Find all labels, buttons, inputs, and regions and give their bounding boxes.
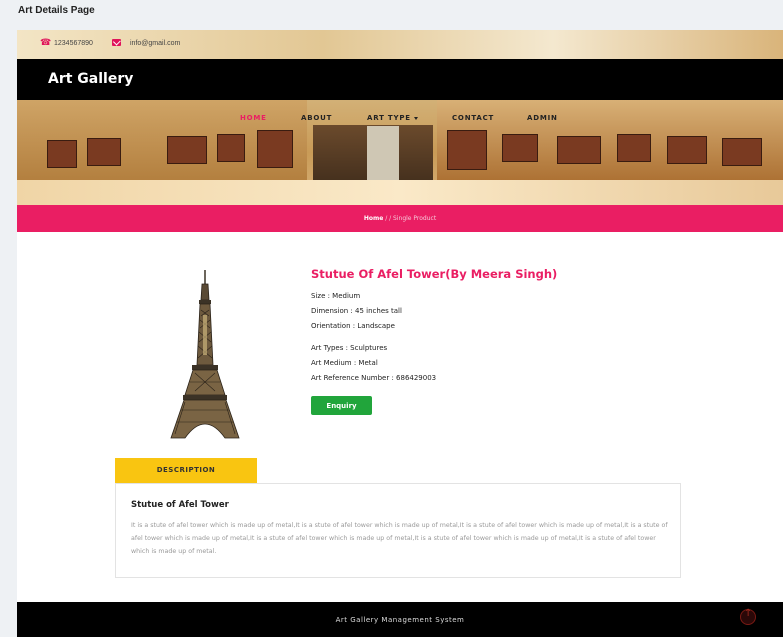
breadcrumb-separator: / /: [383, 215, 394, 222]
phone-icon: ☎: [40, 38, 52, 48]
gallery-painting: [557, 136, 601, 164]
gallery-painting: [217, 134, 245, 162]
product-title: Stutue Of Afel Tower(By Meera Singh): [311, 267, 558, 281]
brand-bar: Art Gallery: [17, 59, 783, 100]
gallery-painting: [47, 140, 77, 168]
gallery-painting: [447, 130, 487, 170]
gallery-painting: [257, 130, 293, 168]
breadcrumb-home[interactable]: Home: [364, 215, 383, 222]
eiffel-tower-image: [170, 270, 240, 439]
gallery-painting: [617, 134, 651, 162]
breadcrumb-current: Single Product: [393, 215, 437, 222]
gallery-painting: [667, 136, 707, 164]
contact-topbar: ☎ 1234567890 info@gmail.com: [17, 30, 783, 59]
enquiry-button[interactable]: Enquiry: [311, 396, 372, 415]
hero-door-light: [367, 126, 399, 188]
product-reference: Art Reference Number : 686429003: [311, 374, 437, 382]
nav-contact[interactable]: CONTACT: [452, 114, 494, 122]
main-nav: HOME ABOUT ART TYPE CONTACT ADMIN: [17, 114, 783, 126]
product-size: Size : Medium: [311, 292, 361, 300]
breadcrumb-trail: Home / / Single Product: [17, 215, 783, 222]
breadcrumb: Home / / Single Product: [17, 205, 783, 232]
back-to-top-icon[interactable]: [740, 608, 756, 625]
tab-description-label: DESCRIPTION: [156, 466, 216, 474]
phone-number[interactable]: 1234567890: [54, 40, 93, 47]
nav-admin[interactable]: ADMIN: [527, 114, 558, 122]
product-art-type: Art Types : Sculptures: [311, 344, 388, 352]
chevron-down-icon: [413, 116, 418, 120]
gallery-painting: [87, 138, 121, 166]
footer: Art Gallery Management System: [17, 602, 783, 637]
nav-home[interactable]: HOME: [240, 114, 267, 122]
footer-text: Art Gallery Management System: [335, 616, 465, 624]
site-frame: ☎ 1234567890 info@gmail.com Art Gallery …: [17, 30, 783, 637]
description-panel: Stutue of Afel Tower It is a stute of af…: [115, 483, 681, 578]
description-text: It is a stute of afel tower which is mad…: [131, 522, 668, 555]
email-address[interactable]: info@gmail.com: [130, 40, 180, 47]
hero-banner: ☎ 1234567890 info@gmail.com Art Gallery …: [17, 30, 783, 205]
product-orientation: Orientation : Landscape: [311, 322, 395, 330]
hero-floor: [17, 180, 783, 205]
site-logo[interactable]: Art Gallery: [48, 71, 133, 87]
gallery-painting: [722, 138, 762, 166]
description-title: Stutue of Afel Tower: [131, 500, 229, 510]
gallery-painting: [167, 136, 207, 164]
mail-icon: [112, 39, 121, 46]
nav-art-type-label: ART TYPE: [367, 114, 411, 122]
tab-description[interactable]: DESCRIPTION: [115, 458, 257, 489]
page-title: Art Details Page: [18, 5, 95, 16]
gallery-painting: [502, 134, 538, 162]
nav-about[interactable]: ABOUT: [301, 114, 332, 122]
nav-art-type[interactable]: ART TYPE: [367, 114, 418, 122]
product-medium: Art Medium : Metal: [311, 359, 378, 367]
product-dimension: Dimension : 45 inches tall: [311, 307, 402, 315]
